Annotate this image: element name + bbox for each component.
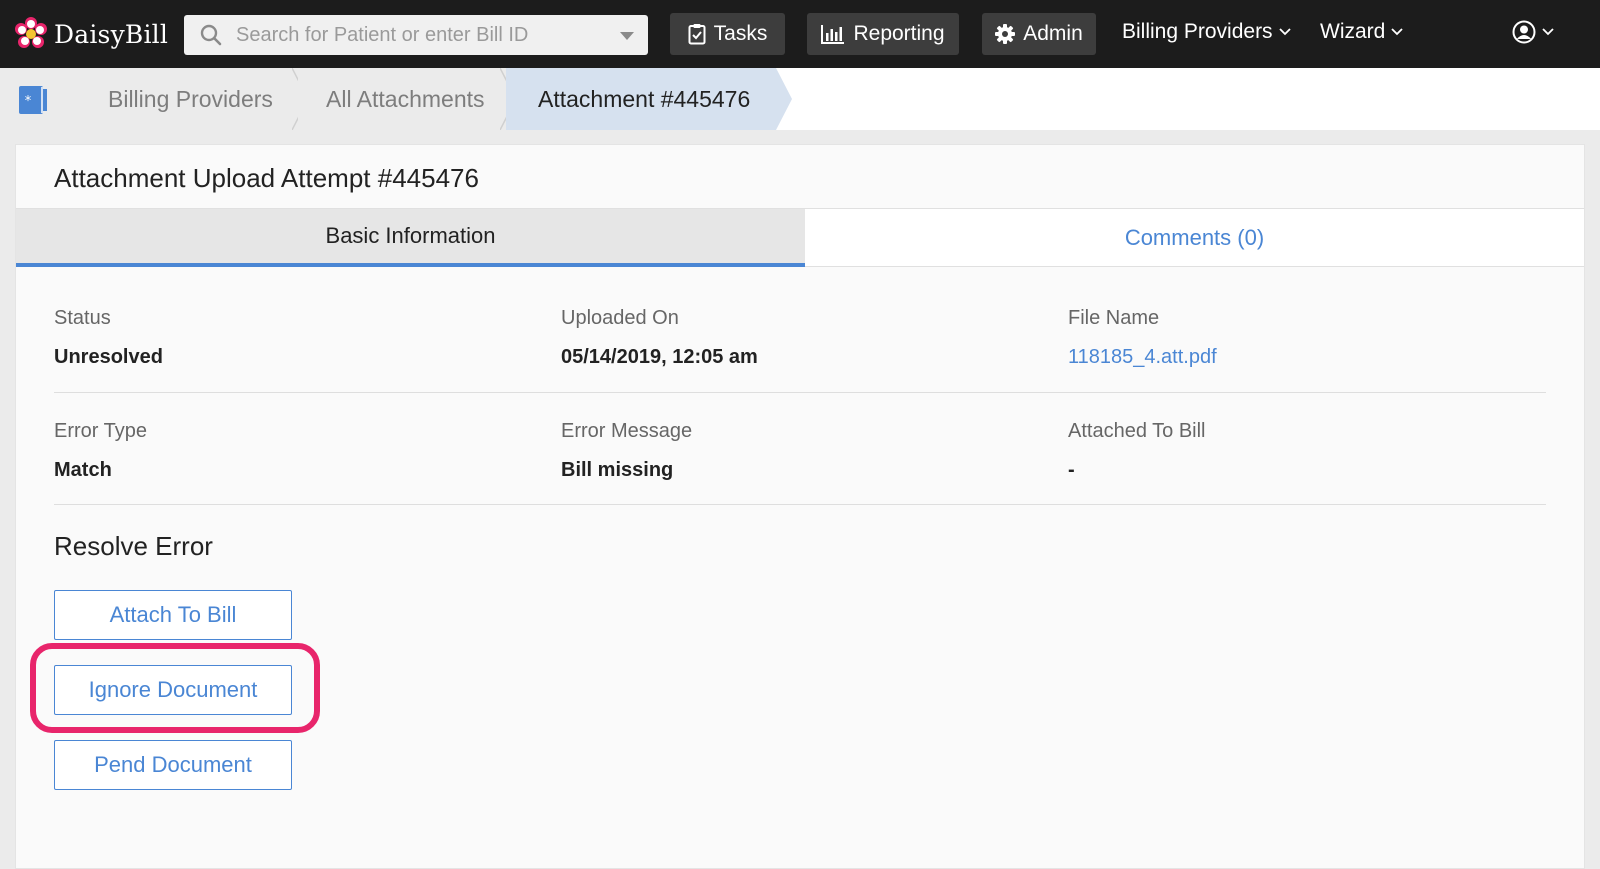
- chevron-down-icon: [1542, 28, 1554, 36]
- attached-to-bill-label: Attached To Bill: [1068, 420, 1206, 442]
- tab-label: Basic Information: [325, 223, 496, 248]
- breadcrumb-label: All Attachments: [326, 85, 485, 112]
- tasks-button[interactable]: Tasks: [670, 13, 785, 55]
- wizard-label: Wizard: [1320, 20, 1386, 43]
- status-label: Status: [54, 307, 111, 329]
- uploaded-on-label: Uploaded On: [561, 307, 679, 329]
- account-menu[interactable]: [1512, 20, 1554, 44]
- error-message-label: Error Message: [561, 420, 693, 442]
- billing-providers-label: Billing Providers: [1122, 20, 1273, 43]
- attachment-card: Attachment Upload Attempt #445476 Basic …: [15, 144, 1585, 869]
- bar-chart-icon: [821, 25, 845, 44]
- error-type-value: Match: [54, 459, 112, 481]
- billing-providers-menu[interactable]: Billing Providers: [1122, 20, 1291, 44]
- page-title: Attachment Upload Attempt #445476: [54, 163, 479, 193]
- search-icon: [200, 24, 222, 46]
- gear-icon: [995, 24, 1016, 44]
- divider: [54, 504, 1546, 505]
- error-message-value: Bill missing: [561, 459, 674, 481]
- status-value: Unresolved: [54, 346, 163, 368]
- tab-label: Comments (0): [1124, 224, 1265, 250]
- tab-comments[interactable]: Comments (0): [805, 209, 1584, 267]
- brand-logo[interactable]: DaisyBill: [14, 16, 168, 52]
- breadcrumb-label: Attachment #445476: [538, 85, 751, 112]
- reporting-button[interactable]: Reporting: [807, 13, 959, 55]
- daisy-flower-icon: [15, 17, 47, 48]
- resolve-error-heading: Resolve Error: [54, 531, 213, 561]
- svg-text:*: *: [25, 94, 32, 109]
- breadcrumb-active-arrow: [776, 68, 792, 130]
- brand-name: DaisyBill: [54, 19, 169, 49]
- search-box[interactable]: [184, 15, 648, 55]
- admin-label: Admin: [1023, 22, 1083, 45]
- search-input[interactable]: [236, 23, 596, 47]
- file-name-label: File Name: [1068, 307, 1160, 329]
- wizard-menu[interactable]: Wizard: [1320, 20, 1403, 44]
- ignore-document-button[interactable]: Ignore Document: [54, 665, 292, 715]
- tasks-label: Tasks: [713, 22, 768, 45]
- breadcrumb: * Billing Providers All Attachments Atta…: [0, 68, 1600, 130]
- chevron-down-icon: [1391, 28, 1403, 36]
- divider: [54, 392, 1546, 393]
- breadcrumb-label: Billing Providers: [108, 85, 273, 112]
- attached-to-bill-value: -: [1068, 459, 1075, 481]
- attach-to-bill-button[interactable]: Attach To Bill: [54, 590, 292, 640]
- uploaded-on-value: 05/14/2019, 12:05 am: [561, 346, 758, 368]
- chevron-down-icon: [1278, 28, 1291, 36]
- breadcrumb-billing-providers[interactable]: Billing Providers: [72, 68, 298, 130]
- top-nav-bar: DaisyBill Tasks Reporting: [0, 0, 1600, 68]
- user-circle-icon: [1512, 20, 1536, 44]
- pend-document-button[interactable]: Pend Document: [54, 740, 292, 790]
- tab-basic-information[interactable]: Basic Information: [16, 209, 805, 267]
- file-name-link[interactable]: 118185_4.att.pdf: [1068, 346, 1217, 369]
- home-card-icon: *: [19, 86, 47, 114]
- breadcrumb-current-attachment: Attachment #445476: [506, 68, 776, 130]
- breadcrumb-home[interactable]: *: [0, 68, 72, 130]
- admin-button[interactable]: Admin: [982, 13, 1096, 55]
- reporting-label: Reporting: [853, 22, 945, 45]
- breadcrumb-all-attachments[interactable]: All Attachments: [298, 68, 506, 130]
- clipboard-check-icon: [688, 24, 706, 45]
- search-dropdown-caret-icon[interactable]: [620, 32, 634, 40]
- error-type-label: Error Type: [54, 420, 147, 442]
